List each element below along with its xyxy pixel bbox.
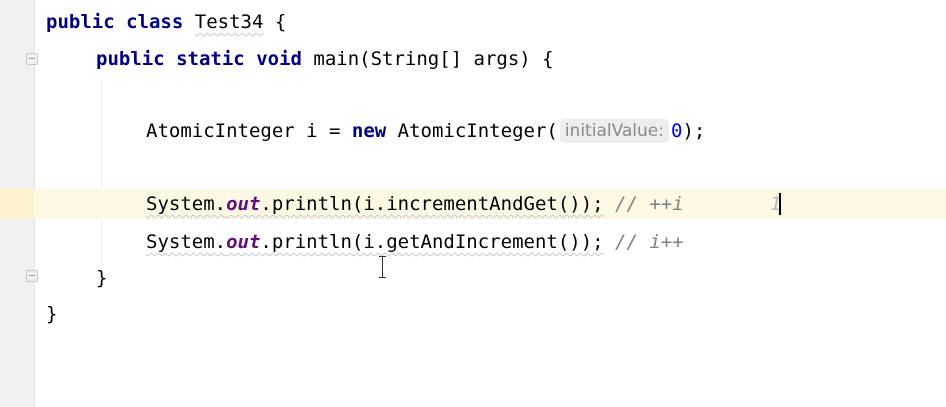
system-class: System. xyxy=(146,193,227,215)
code-line-atomic-integer[interactable]: AtomicInteger i = new AtomicInteger(init… xyxy=(0,116,946,146)
code-line-class-close[interactable]: } xyxy=(0,299,946,329)
println-call: .println(i.incrementAndGet()); xyxy=(260,193,604,215)
initial-value-literal: 0 xyxy=(671,120,683,142)
code-line-get-and-increment[interactable]: System.out.println(i.getAndIncrement());… xyxy=(0,227,946,257)
keyword-new: new xyxy=(351,120,387,142)
close-brace: } xyxy=(46,303,58,325)
open-brace: { xyxy=(274,11,287,33)
text-caret xyxy=(779,193,781,215)
class-name: Test34 xyxy=(194,11,264,33)
line-comment: // i++ xyxy=(615,231,684,253)
code-line-main-declaration[interactable]: public static void main(String[] args) { xyxy=(0,44,946,74)
declaration-text: AtomicInteger i = xyxy=(146,120,352,142)
constructor-call: AtomicInteger( xyxy=(386,120,558,142)
static-field-out: out xyxy=(226,231,261,253)
keyword-public: public xyxy=(96,48,165,70)
mouse-ibeam-cursor-icon xyxy=(378,256,388,278)
code-line-increment-and-get[interactable]: System.out.println(i.incrementAndGet());… xyxy=(0,189,946,219)
code-editor[interactable]: public class Test34 { public static void… xyxy=(0,0,946,407)
keyword-class: class xyxy=(126,11,184,33)
keyword-static: static xyxy=(176,48,245,70)
close-brace: } xyxy=(96,267,108,289)
system-class: System. xyxy=(146,231,227,253)
statement-end: ); xyxy=(682,120,706,142)
keyword-public: public xyxy=(46,11,115,33)
parameter-hint: initialValue: xyxy=(559,119,669,143)
println-call: .println(i.getAndIncrement()); xyxy=(260,231,604,253)
keyword-void: void xyxy=(256,48,302,70)
static-field-out: out xyxy=(226,193,261,215)
code-line-main-close[interactable]: } xyxy=(0,263,946,293)
line-comment: // ++i xyxy=(615,193,684,215)
main-signature: main(String[] args) { xyxy=(313,48,554,70)
code-line-class-declaration[interactable]: public class Test34 { xyxy=(0,7,946,37)
